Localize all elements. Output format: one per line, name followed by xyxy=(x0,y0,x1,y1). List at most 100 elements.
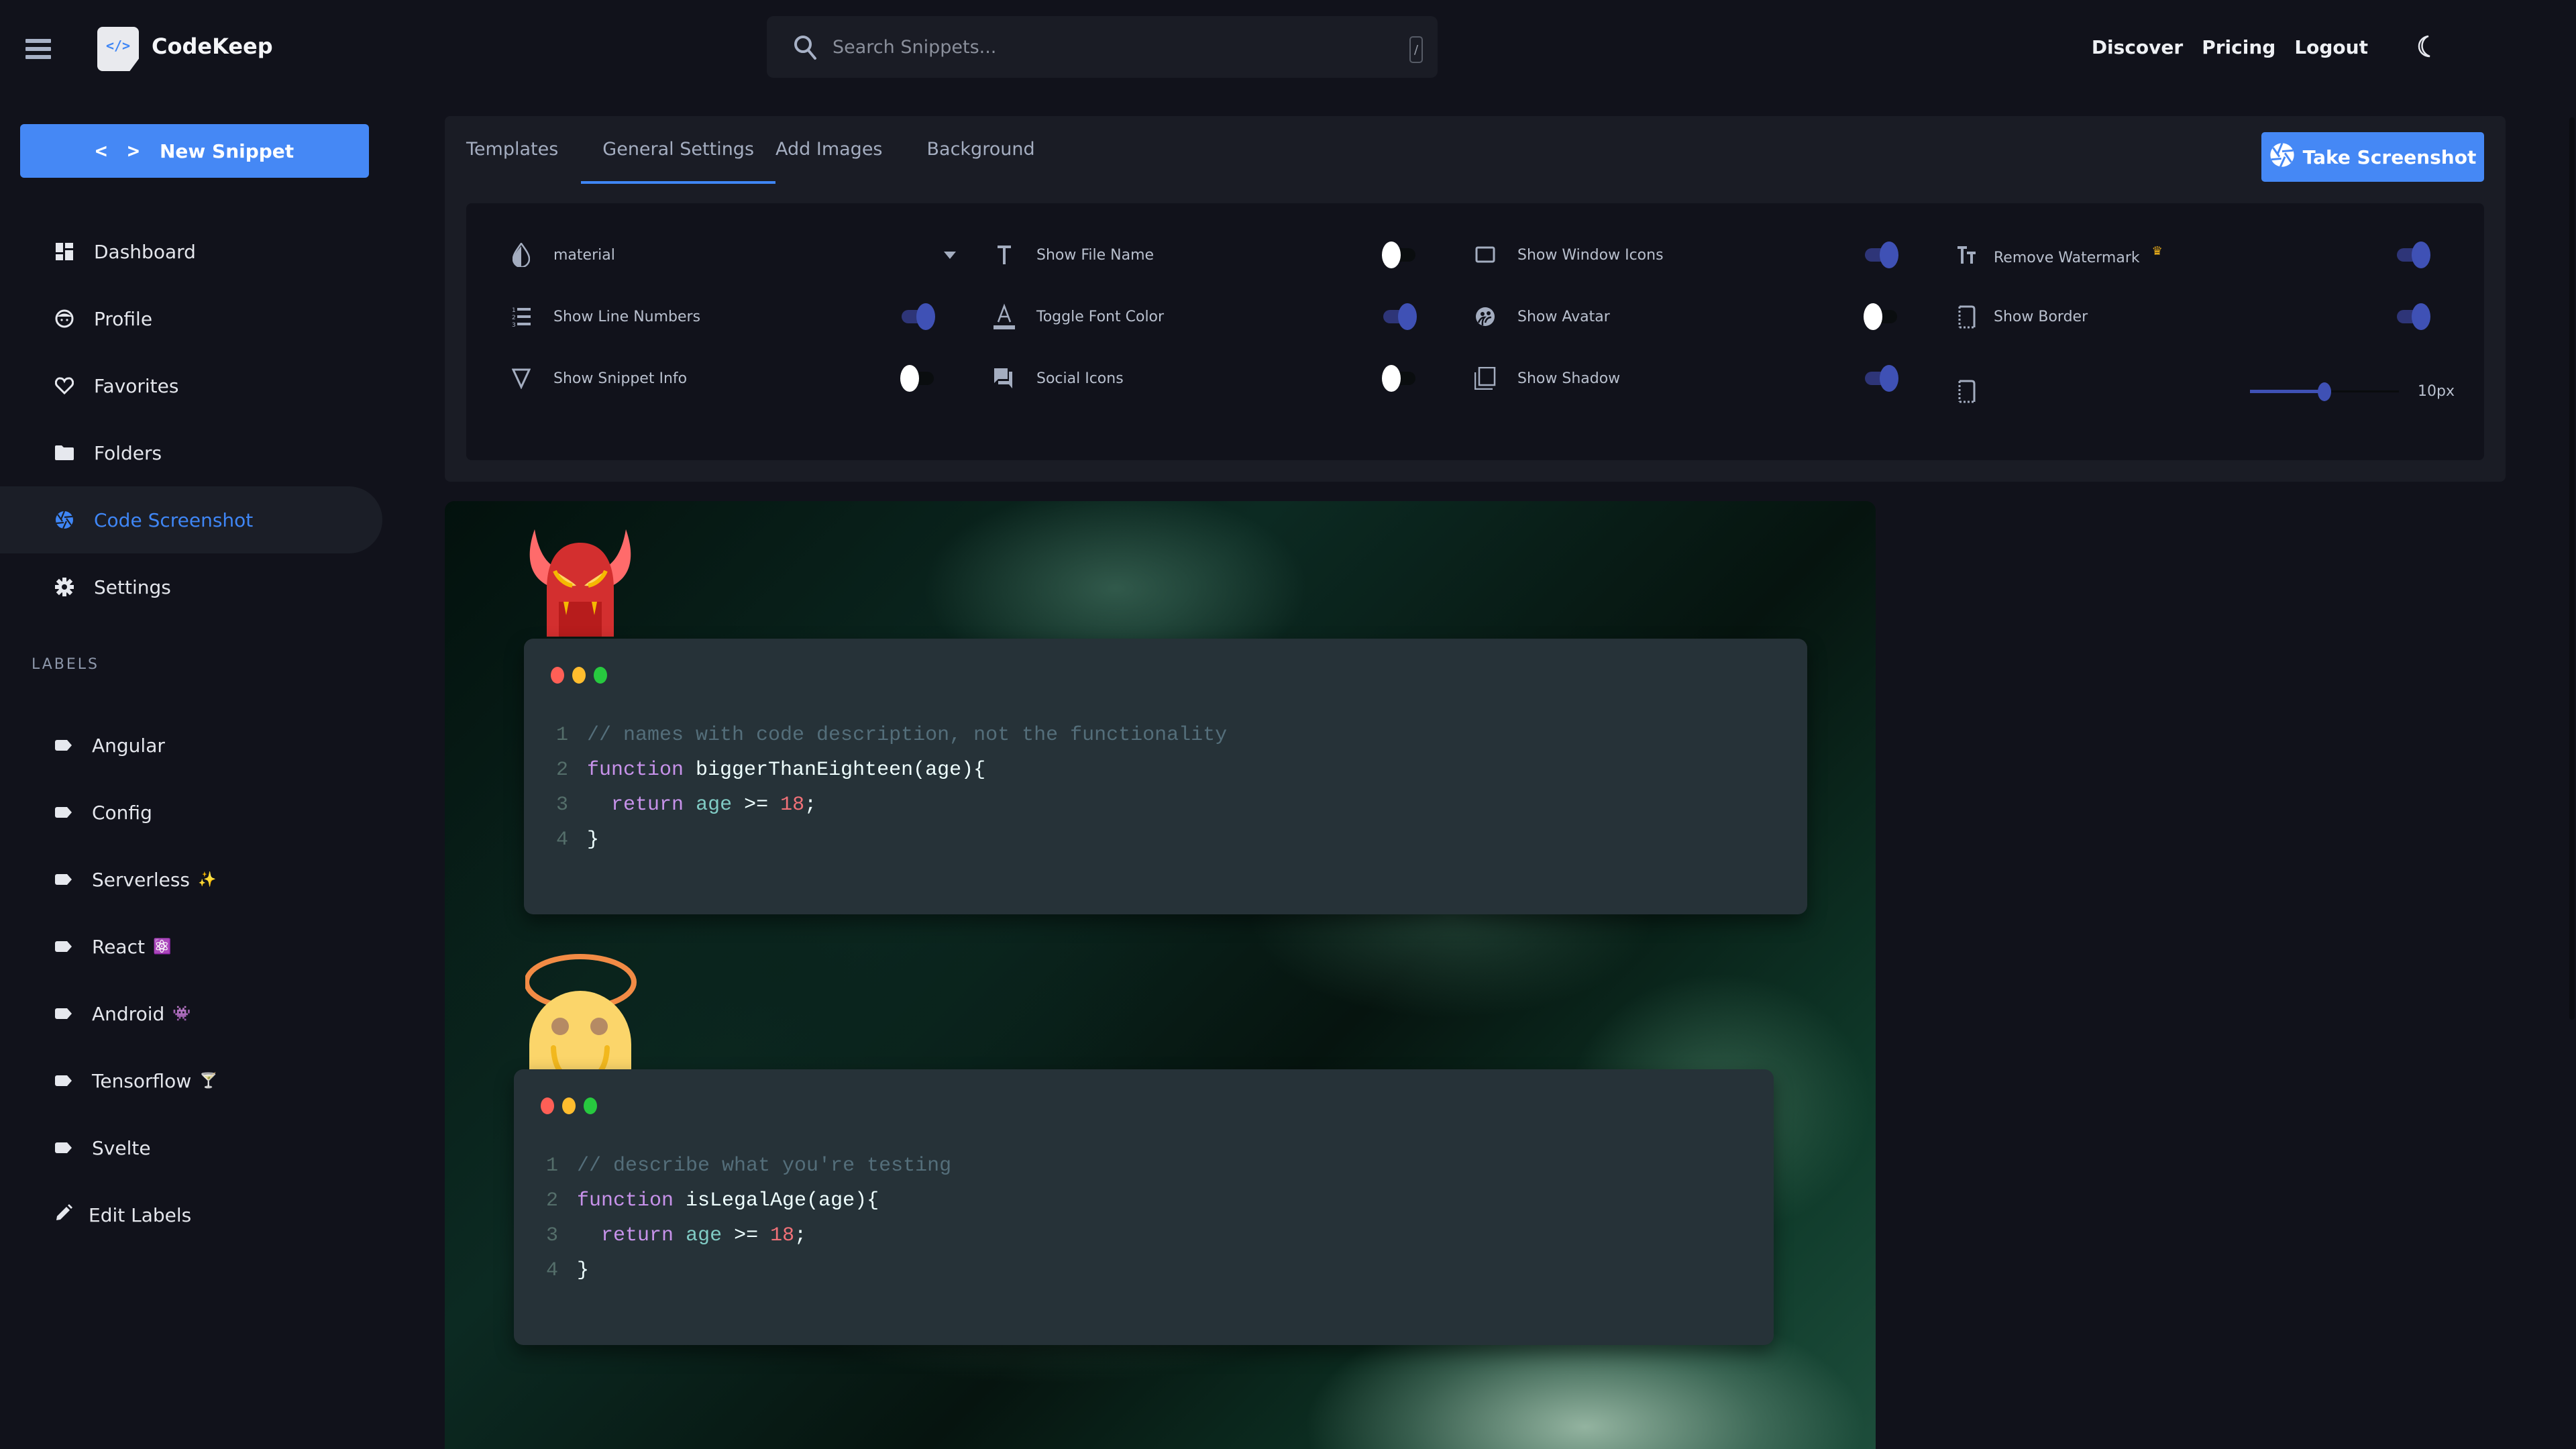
sidebar-nav: Dashboard Profile Favorites Folders Code… xyxy=(0,218,382,621)
sidebar-item-profile[interactable]: Profile xyxy=(0,285,382,352)
page-scrollbar[interactable] xyxy=(2569,117,2575,1020)
toggle-show-border[interactable] xyxy=(2396,303,2430,330)
option-show-snippet-info: Show Snippet Info xyxy=(506,358,687,398)
pricing-link[interactable]: Pricing xyxy=(2202,36,2275,58)
gear-icon xyxy=(55,578,74,596)
label-item-tensorflow[interactable]: Tensorflow 🍸 xyxy=(0,1047,382,1114)
settings-panel: Templates General Settings Add Images Ba… xyxy=(445,116,2506,482)
label-item-svelte[interactable]: Svelte xyxy=(0,1114,382,1181)
folder-icon xyxy=(55,443,74,462)
tag-icon xyxy=(55,1142,72,1153)
close-dot xyxy=(541,1097,554,1114)
border-radius-slider[interactable] xyxy=(2250,378,2399,405)
label-item-config[interactable]: Config xyxy=(0,779,382,846)
sidebar-item-label: Folders xyxy=(94,441,162,464)
code-token: >= xyxy=(722,1224,771,1247)
tag-icon xyxy=(55,1008,72,1019)
line-number: 3 xyxy=(546,1224,559,1247)
sidebar-item-dashboard[interactable]: Dashboard xyxy=(0,218,382,285)
edit-labels-label: Edit Labels xyxy=(89,1203,192,1226)
logo-icon[interactable]: </> xyxy=(97,27,139,71)
search-shortcut-key: / xyxy=(1409,36,1423,63)
dashboard-icon xyxy=(55,242,74,261)
code-line: 1 // describe what you're testing xyxy=(546,1148,951,1183)
logout-link[interactable]: Logout xyxy=(2294,36,2368,58)
code-token: return xyxy=(601,1224,674,1247)
app-name[interactable]: CodeKeep xyxy=(152,34,273,59)
moon-icon[interactable] xyxy=(2416,35,2436,59)
window-icon xyxy=(1470,240,1500,270)
chevron-down-icon[interactable] xyxy=(944,252,956,259)
option-toggle-font-color: Toggle Font Color xyxy=(989,297,1164,337)
toggle-font-color[interactable] xyxy=(1382,303,1417,330)
label-item-serverless[interactable]: Serverless ✨ xyxy=(0,846,382,913)
label-name: React xyxy=(92,935,145,958)
code-token: } xyxy=(577,1259,590,1282)
option-remove-watermark: Remove Watermark ♛ xyxy=(1952,235,2163,275)
option-show-line-numbers: 123 Show Line Numbers xyxy=(506,297,700,337)
text-size-icon xyxy=(1952,240,1982,270)
header-nav: Discover Pricing Logout xyxy=(2092,36,2368,58)
toggle-show-file-name[interactable] xyxy=(1382,241,1417,268)
sidebar-item-favorites[interactable]: Favorites xyxy=(0,352,382,419)
toggle-show-snippet-info[interactable] xyxy=(900,365,935,392)
option-show-window-icons: Show Window Icons xyxy=(1470,235,1664,275)
option-show-shadow: Show Shadow xyxy=(1470,358,1620,398)
cocktail-icon: 🍸 xyxy=(199,1072,218,1089)
close-dot xyxy=(551,667,564,684)
option-label: Show Shadow xyxy=(1517,370,1621,387)
sidebar-item-code-screenshot[interactable]: Code Screenshot xyxy=(0,486,382,553)
toggle-show-window-icons[interactable] xyxy=(1864,241,1898,268)
code-line: 1 // names with code description, not the… xyxy=(556,718,1227,753)
tab-add-images[interactable]: Add Images xyxy=(775,116,882,181)
take-screenshot-button[interactable]: Take Screenshot xyxy=(2261,132,2484,182)
menu-icon[interactable] xyxy=(25,39,51,59)
minimize-dot xyxy=(572,667,586,684)
sidebar-item-folders[interactable]: Folders xyxy=(0,419,382,486)
sidebar-item-settings[interactable]: Settings xyxy=(0,553,382,621)
profile-icon xyxy=(55,309,74,328)
new-snippet-button[interactable]: < > New Snippet xyxy=(20,124,369,178)
heart-icon xyxy=(55,376,74,395)
code-line: 3 return age >= 18; xyxy=(556,788,1227,822)
search-input[interactable] xyxy=(833,36,1369,58)
toggle-show-avatar[interactable] xyxy=(1864,303,1898,330)
toggle-show-line-numbers[interactable] xyxy=(900,303,935,330)
edit-labels-button[interactable]: Edit Labels xyxy=(0,1181,382,1248)
tab-templates[interactable]: Templates xyxy=(466,116,558,181)
option-label: Show Window Icons xyxy=(1517,246,1664,264)
search-bar[interactable]: / xyxy=(767,16,1438,78)
theme-drop-icon xyxy=(506,240,536,270)
code-token: biggerThanEighteen xyxy=(684,759,914,782)
settings-tabs: Templates General Settings Add Images Ba… xyxy=(445,116,1035,184)
label-name: Serverless xyxy=(92,868,191,891)
label-item-react[interactable]: React ⚛️ xyxy=(0,913,382,980)
label-item-android[interactable]: Android 👾 xyxy=(0,980,382,1047)
border-radius-value: 10px xyxy=(2418,383,2455,400)
code-token: (age){ xyxy=(806,1189,879,1212)
tab-general-settings[interactable]: General Settings xyxy=(581,116,775,184)
toggle-show-shadow[interactable] xyxy=(1864,365,1898,392)
option-label: Show Avatar xyxy=(1517,308,1610,325)
sidebar-item-label: Dashboard xyxy=(94,240,196,263)
new-snippet-label: New Snippet xyxy=(159,140,294,162)
tab-background[interactable]: Background xyxy=(927,116,1035,181)
toggle-social-icons[interactable] xyxy=(1382,365,1417,392)
label-item-angular[interactable]: Angular xyxy=(0,712,382,779)
line-number: 1 xyxy=(546,1155,559,1177)
line-numbers-icon: 123 xyxy=(506,302,536,331)
slider-thumb[interactable] xyxy=(2318,382,2331,401)
take-screenshot-label: Take Screenshot xyxy=(2302,146,2477,168)
code-token: return xyxy=(611,794,684,816)
crown-icon: ♛ xyxy=(2151,244,2163,258)
code-block: 1 // describe what you're testing 2 functio… xyxy=(546,1148,951,1288)
discover-link[interactable]: Discover xyxy=(2092,36,2183,58)
toggle-remove-watermark[interactable] xyxy=(2396,241,2430,268)
camera-shutter-icon xyxy=(2269,142,2295,172)
theme-select[interactable]: material xyxy=(506,235,956,275)
triangle-icon xyxy=(506,364,536,393)
search-icon xyxy=(792,34,819,60)
option-label: Toggle Font Color xyxy=(1036,308,1165,325)
